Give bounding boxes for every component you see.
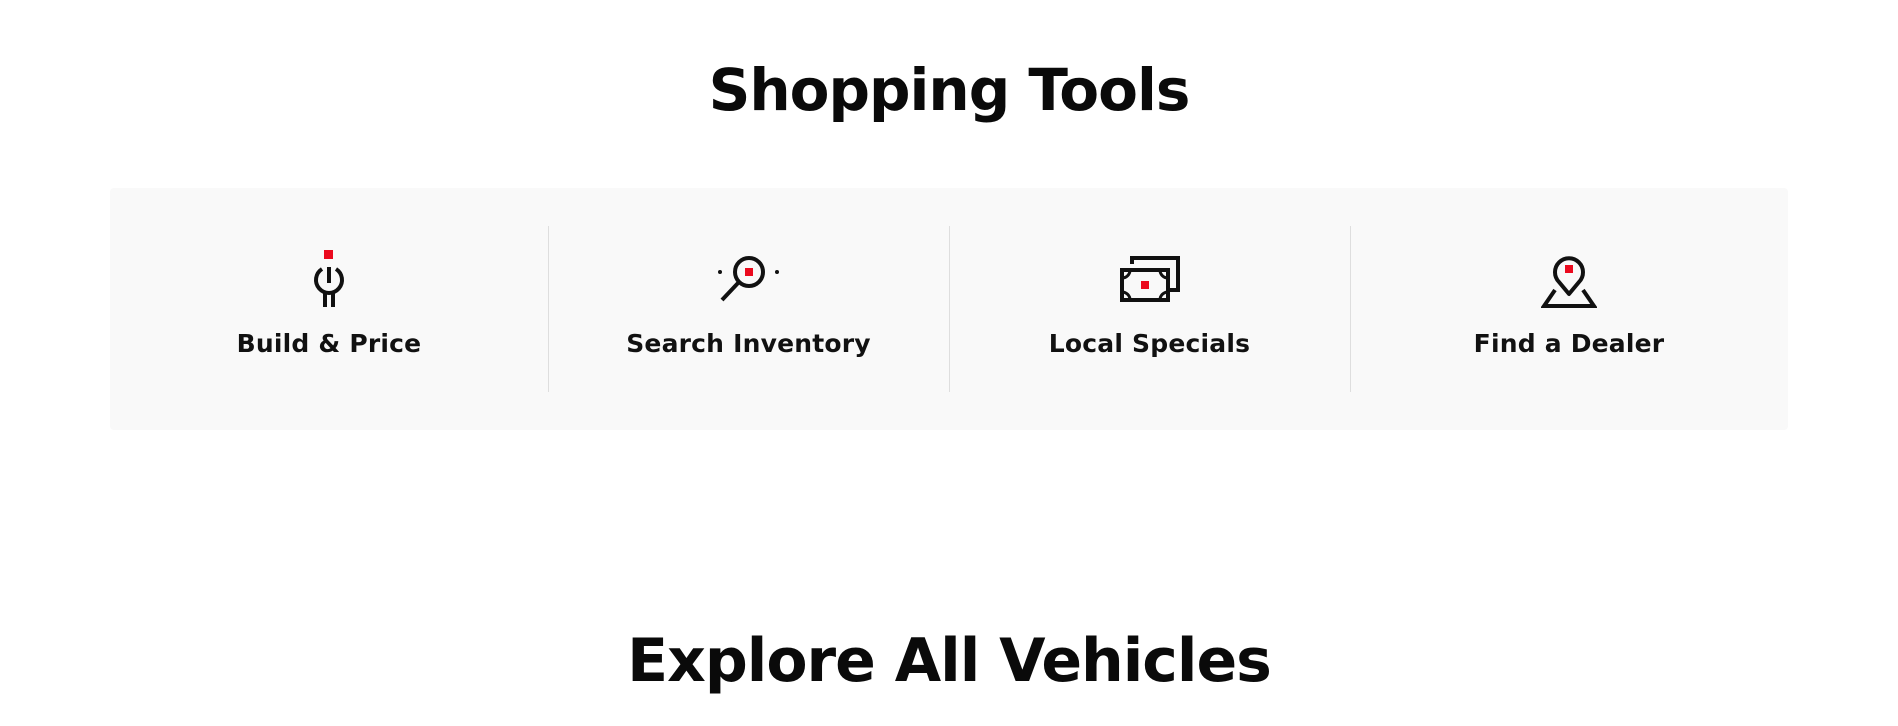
build-price-label: Build & Price bbox=[236, 329, 422, 358]
magnifier-icon bbox=[717, 252, 781, 308]
money-icon bbox=[1118, 252, 1182, 308]
find-dealer-label: Find a Dealer bbox=[1473, 329, 1665, 358]
search-inventory-label: Search Inventory bbox=[626, 329, 871, 358]
build-price-icon bbox=[297, 250, 361, 308]
search-inventory-link[interactable]: Search Inventory bbox=[548, 188, 949, 430]
shopping-tools-title: Shopping Tools bbox=[708, 56, 1191, 124]
find-dealer-link[interactable]: Find a Dealer bbox=[1350, 188, 1788, 430]
build-price-link[interactable]: Build & Price bbox=[110, 188, 548, 430]
explore-vehicles-title: Explore All Vehicles bbox=[627, 626, 1272, 696]
local-specials-label: Local Specials bbox=[1048, 329, 1251, 358]
map-pin-icon bbox=[1537, 252, 1601, 308]
shopping-tools-panel: Build & Price Search Inventory Local Spe… bbox=[110, 188, 1788, 430]
local-specials-link[interactable]: Local Specials bbox=[949, 188, 1350, 430]
